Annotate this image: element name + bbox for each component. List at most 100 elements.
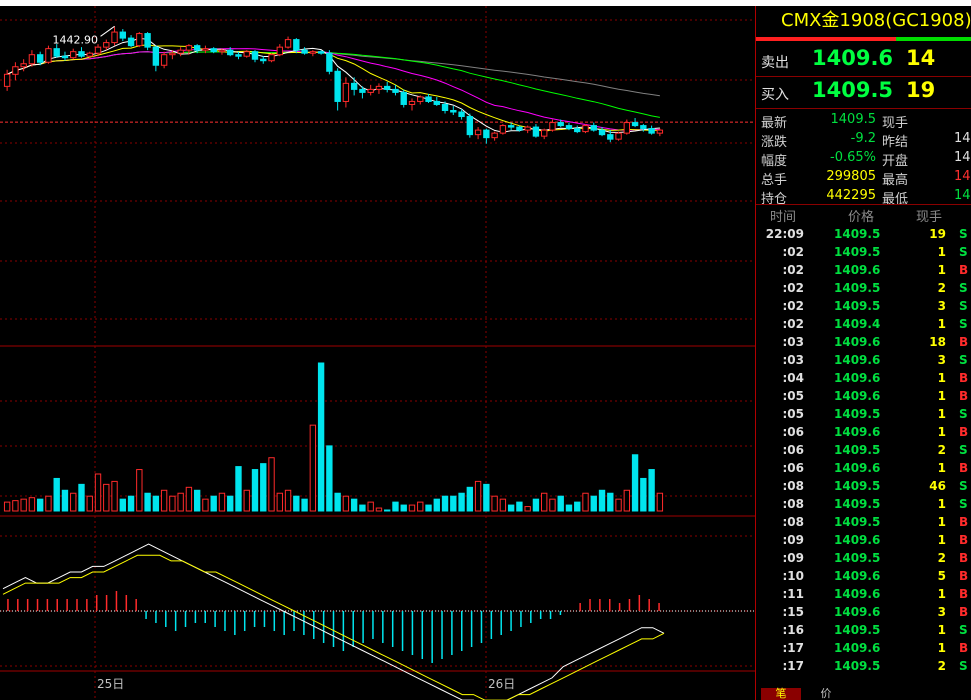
tick-time: :02 [782, 281, 805, 295]
tick-row[interactable]: :02 1409.4 1 S [756, 317, 971, 335]
tick-volume: 18 [929, 335, 946, 349]
tick-row[interactable]: :16 1409.5 1 S [756, 623, 971, 641]
tick-volume: 1 [937, 533, 946, 547]
candle-body [648, 128, 655, 134]
tick-time: :03 [782, 335, 805, 349]
buy-quote-row[interactable]: 买入 1409.5 19 [756, 76, 971, 108]
tick-row[interactable]: :02 1409.5 3 S [756, 299, 971, 317]
tick-volume: 1 [937, 497, 946, 511]
tick-volume: 2 [937, 443, 946, 457]
candle-body [565, 125, 573, 130]
tick-side: B [959, 263, 969, 277]
sell-volume: 14 [906, 46, 936, 70]
tick-price: 1409.6 [834, 389, 881, 403]
tick-row[interactable]: :02 1409.5 1 S [756, 245, 971, 263]
tick-row[interactable]: :06 1409.6 1 B [756, 461, 971, 479]
volume-bar [648, 469, 655, 512]
tick-row[interactable]: :03 1409.6 3 S [756, 353, 971, 371]
tick-row[interactable]: :02 1409.5 2 S [756, 281, 971, 299]
tick-row[interactable]: :03 1409.6 18 B [756, 335, 971, 353]
stat-value: 1409.5 [830, 112, 877, 127]
volume-bar [631, 454, 639, 512]
candle-body [152, 46, 160, 66]
tick-price: 1409.5 [834, 407, 881, 421]
tick-time: :10 [782, 569, 805, 583]
tick-row[interactable]: :10 1409.6 5 B [756, 569, 971, 587]
tick-price: 1409.5 [834, 515, 881, 529]
tick-row[interactable]: :15 1409.6 3 B [756, 605, 971, 623]
candle-body [640, 125, 647, 130]
volume-bar [260, 463, 267, 512]
tick-time: :08 [782, 515, 805, 529]
tick-row[interactable]: :09 1409.6 1 B [756, 533, 971, 551]
tab-price[interactable]: 价 [806, 688, 846, 700]
tick-volume: 1 [937, 245, 946, 259]
volume-bar [160, 489, 168, 512]
candle-body [417, 96, 424, 102]
tick-row[interactable]: :05 1409.5 1 S [756, 407, 971, 425]
candle-body [483, 129, 490, 139]
tick-volume: 5 [937, 569, 946, 583]
tick-price: 1409.5 [834, 551, 881, 565]
sell-price: 1409.6 [812, 46, 894, 70]
volume-bar [28, 497, 36, 512]
tick-time: 22:09 [765, 227, 804, 241]
candle-body [119, 31, 126, 39]
tick-price: 1409.6 [834, 263, 881, 277]
tick-side: B [959, 605, 969, 619]
tick-side: S [959, 245, 968, 259]
volume-bar [350, 498, 358, 512]
candle-body [78, 51, 85, 57]
tick-row[interactable]: :08 1409.5 1 S [756, 497, 971, 515]
tick-row[interactable]: :06 1409.5 2 S [756, 443, 971, 461]
tick-volume: 1 [937, 641, 946, 655]
volume-bar [293, 495, 300, 512]
volume-bar [615, 498, 622, 512]
candle-body [656, 129, 664, 134]
volume-bar [193, 489, 201, 512]
tick-row[interactable]: :17 1409.5 2 S [756, 659, 971, 677]
chart-svg[interactable]: 1442.90 25日 26日 [0, 6, 755, 700]
candle-body [317, 51, 325, 54]
volume-bar [45, 495, 52, 512]
volume-bar [284, 489, 292, 512]
tab-strip: 笔 价 [756, 688, 971, 700]
candle-body [408, 100, 416, 105]
volume-bar [127, 495, 135, 512]
tick-row[interactable]: :09 1409.5 2 B [756, 551, 971, 569]
candle-body [342, 82, 350, 102]
tick-volume: 2 [937, 281, 946, 295]
volume-bar [20, 498, 27, 512]
volume-bar [185, 486, 193, 512]
tick-price: 1409.6 [834, 605, 881, 619]
tick-time: :02 [782, 299, 805, 313]
tick-row[interactable]: :06 1409.6 1 B [756, 425, 971, 443]
tick-row[interactable]: :17 1409.6 1 B [756, 641, 971, 659]
tick-row[interactable]: :11 1409.6 1 B [756, 587, 971, 605]
stat-label-secondary: 现手 [882, 116, 909, 131]
sell-quote-row[interactable]: 卖出 1409.6 14 [756, 44, 971, 76]
tick-volume: 1 [937, 515, 946, 529]
buy-strength-bar [756, 37, 896, 41]
tick-row[interactable]: :04 1409.6 1 B [756, 371, 971, 389]
stat-value: 299805 [826, 169, 876, 184]
volume-bar [309, 424, 317, 512]
volume-bar [3, 501, 11, 512]
tick-row[interactable]: :02 1409.6 1 B [756, 263, 971, 281]
divider [756, 204, 971, 205]
candle-body [293, 39, 300, 51]
tab-ticks[interactable]: 笔 [761, 688, 801, 700]
chart-area[interactable]: 1442.90 25日 26日 [0, 6, 755, 700]
tick-row[interactable]: :05 1409.6 1 B [756, 389, 971, 407]
tick-row[interactable]: 22:09 1409.5 19 S [756, 227, 971, 245]
tick-header-volume: 现手 [916, 210, 943, 225]
tick-volume: 1 [937, 407, 946, 421]
tick-time: :17 [782, 641, 805, 655]
candle-body [210, 48, 217, 53]
tick-side: B [959, 425, 969, 439]
tick-row[interactable]: :08 1409.5 1 B [756, 515, 971, 533]
tick-volume: 3 [937, 299, 946, 313]
volume-bar [218, 492, 226, 512]
candle-body [235, 54, 242, 57]
tick-row[interactable]: :08 1409.5 46 S [756, 479, 971, 497]
